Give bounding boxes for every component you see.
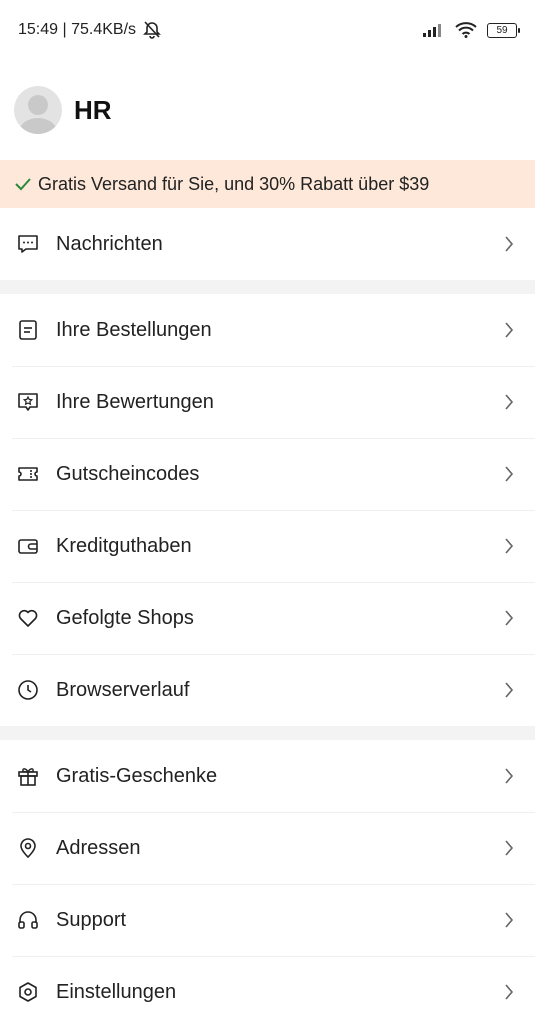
menu-item-label: Kreditguthaben [56, 534, 192, 557]
message-icon [16, 232, 40, 256]
check-icon [14, 176, 32, 192]
chevron-right-icon [501, 322, 517, 338]
gift-icon [16, 764, 40, 788]
menu-item-adressen[interactable]: Adressen [0, 812, 535, 884]
section-divider [0, 280, 535, 294]
menu-item-label: Gratis-Geschenke [56, 764, 218, 787]
chevron-right-icon [501, 912, 517, 928]
status-time-speed: 15:49 | 75.4KB/s [18, 21, 137, 38]
chevron-right-icon [501, 610, 517, 626]
status-right: 59 [423, 22, 520, 38]
menu-group-other: Gratis-Geschenke Adressen Support Einste… [0, 740, 535, 1024]
chevron-right-icon [501, 768, 517, 784]
menu-item-gratis-geschenke[interactable]: Gratis-Geschenke [0, 740, 535, 812]
menu-item-gutscheincodes[interactable]: Gutscheincodes [0, 438, 535, 510]
avatar[interactable] [14, 86, 62, 134]
menu-item-einstellungen[interactable]: Einstellungen [0, 956, 535, 1024]
menu-item-label: Support [56, 908, 127, 931]
profile-name: HR [74, 94, 112, 125]
menu-item-label: Browserverlauf [56, 678, 190, 701]
section-divider [0, 726, 535, 740]
orders-icon [16, 318, 40, 342]
status-bar: 15:49 | 75.4KB/s 59 [0, 0, 535, 60]
battery-level: 59 [496, 24, 508, 36]
profile-header[interactable]: HR [0, 60, 535, 160]
menu-item-label: Ihre Bestellungen [56, 318, 212, 341]
chevron-right-icon [501, 394, 517, 410]
menu-item-bestellungen[interactable]: Ihre Bestellungen [0, 294, 535, 366]
clock-icon [16, 678, 40, 702]
signal-icon [423, 23, 445, 37]
menu-item-label: Adressen [56, 836, 141, 859]
heart-icon [16, 606, 40, 630]
promo-text: Gratis Versand für Sie, und 30% Rabatt ü… [38, 173, 430, 194]
menu-item-label: Nachrichten [56, 232, 163, 255]
menu-item-browserverlauf[interactable]: Browserverlauf [0, 654, 535, 726]
menu-item-support[interactable]: Support [0, 884, 535, 956]
chevron-right-icon [501, 984, 517, 1000]
menu-item-label: Gefolgte Shops [56, 606, 194, 629]
reviews-icon [16, 390, 40, 414]
wallet-icon [16, 534, 40, 558]
chevron-right-icon [501, 236, 517, 252]
promo-banner: Gratis Versand für Sie, und 30% Rabatt ü… [0, 160, 535, 208]
chevron-right-icon [501, 538, 517, 554]
headset-icon [16, 908, 40, 932]
menu-item-label: Einstellungen [56, 980, 177, 1003]
menu-group-messages: Nachrichten [0, 208, 535, 280]
chevron-right-icon [501, 840, 517, 856]
settings-icon [16, 980, 40, 1004]
menu-group-orders: Ihre Bestellungen Ihre Bewertungen Gutsc… [0, 294, 535, 726]
battery-icon: 59 [487, 22, 520, 38]
menu-item-gefolgte-shops[interactable]: Gefolgte Shops [0, 582, 535, 654]
menu-item-kreditguthaben[interactable]: Kreditguthaben [0, 510, 535, 582]
alarm-off-icon [142, 21, 162, 39]
menu-item-bewertungen[interactable]: Ihre Bewertungen [0, 366, 535, 438]
wifi-icon [455, 22, 477, 38]
chevron-right-icon [501, 682, 517, 698]
menu-item-label: Ihre Bewertungen [56, 390, 214, 413]
coupon-icon [16, 462, 40, 486]
account-screen: 15:49 | 75.4KB/s 59 HR Gratis Versand fü… [0, 0, 535, 1024]
location-icon [16, 836, 40, 860]
menu-item-label: Gutscheincodes [56, 462, 200, 485]
menu-item-nachrichten[interactable]: Nachrichten [0, 208, 535, 280]
chevron-right-icon [501, 466, 517, 482]
status-left: 15:49 | 75.4KB/s [18, 21, 162, 39]
